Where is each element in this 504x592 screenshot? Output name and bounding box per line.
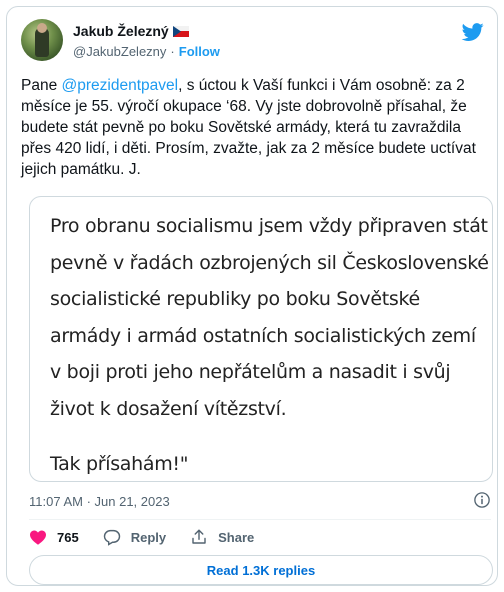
author-display-name[interactable]: Jakub Železný: [73, 23, 169, 39]
avatar-head: [37, 23, 47, 33]
reply-button[interactable]: Reply: [103, 528, 166, 546]
mention-link[interactable]: @prezidentpavel: [62, 77, 179, 94]
share-label: Share: [218, 529, 255, 545]
avatar[interactable]: [21, 19, 63, 61]
tweet-actions: 765 Reply Share: [29, 526, 491, 548]
share-icon: [192, 529, 206, 544]
read-replies-button[interactable]: Read 1.3K replies: [29, 555, 493, 585]
heart-icon: [30, 530, 46, 545]
tweet-timestamp[interactable]: 11:07 AM · Jun 21, 2023: [29, 494, 170, 509]
tweet-text-prefix: Pane: [21, 77, 62, 94]
share-button[interactable]: Share: [190, 528, 254, 546]
author-handle-row: @JakubZelezny · Follow: [73, 44, 220, 59]
follow-button[interactable]: Follow: [179, 44, 220, 59]
like-count: 765: [57, 529, 79, 545]
reply-bubble-icon: [103, 529, 120, 546]
tweet-text: Pane @prezidentpavel, s úctou k Vaší fun…: [21, 75, 491, 180]
like-button[interactable]: 765: [29, 529, 79, 545]
czech-flag-icon: [172, 25, 189, 37]
author-handle[interactable]: @JakubZelezny: [73, 44, 166, 59]
image-text-line: život k dosažení vítězství.: [50, 397, 287, 420]
timestamp-row: 11:07 AM · Jun 21, 2023: [29, 491, 491, 511]
image-text-line: v boji proti jeho nepřátelům a nasadit i…: [50, 361, 451, 384]
image-text-closing: Tak přísahám!": [50, 452, 189, 475]
reply-label: Reply: [130, 529, 167, 545]
image-text-line: Pro obranu socialismu jsem vždy připrave…: [50, 215, 488, 237]
tweet-header: Jakub Železný @JakubZelezny · Follow: [21, 17, 485, 67]
attached-image[interactable]: Pro obranu socialismu jsem vždy připrave…: [29, 196, 493, 482]
image-text-line: socialistické republiky po boku Sovětské: [50, 288, 420, 311]
author-name-row: Jakub Železný: [73, 23, 189, 39]
divider: [29, 519, 491, 520]
read-replies-label: Read 1.3K replies: [206, 562, 316, 578]
tweet-card[interactable]: Jakub Železný @JakubZelezny · Follow Pan…: [6, 6, 498, 586]
twitter-bird-icon[interactable]: [461, 21, 485, 43]
info-icon[interactable]: [473, 491, 491, 509]
separator-dot: ·: [170, 44, 175, 59]
image-text-spacer: [50, 428, 470, 446]
image-text-line: armády i armád ostatních socialistických…: [50, 324, 476, 347]
image-text-line: pevně v řadách ozbrojených sil Českoslov…: [50, 251, 489, 274]
